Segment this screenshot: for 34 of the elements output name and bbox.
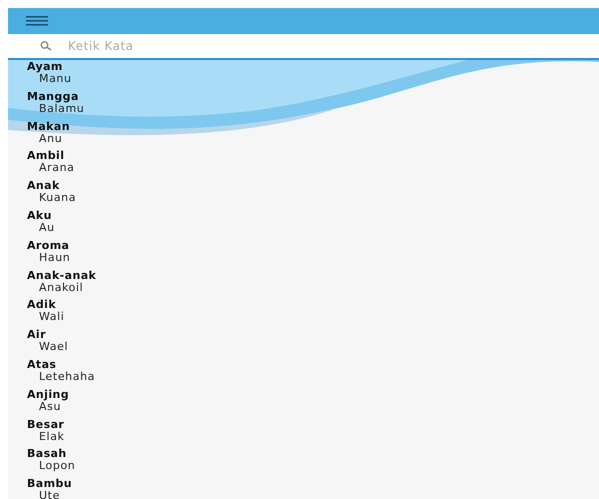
menu-icon [26,16,48,26]
word-text: Adik [27,299,56,312]
word-text: Besar [27,418,64,431]
word-text: Makan [27,120,70,133]
word-text: Ambil [27,150,64,162]
translation-text: Lopon [39,460,76,472]
search-field[interactable]: Ketik Kata [8,34,599,58]
word-text: Mangga [27,90,79,103]
word-text: Anak-anak [27,270,96,282]
translation-text: Anakoil [39,282,84,294]
translation-text: Manu [39,73,72,85]
word-text: Atas [27,358,56,371]
menu-button[interactable] [26,16,48,26]
translation-text: Haun [39,252,70,264]
translation-text: Anu [39,132,62,145]
word-text: Bambu [27,478,72,490]
word-text: Aku [27,210,52,222]
search-icon [40,41,52,51]
translation-text: Letehaha [39,370,96,383]
translation-text: Kuana [39,192,76,204]
word-text: Anjing [27,388,69,401]
word-text: Air [27,329,46,342]
translation-text: Elak [39,430,65,443]
translation-text: Ute [39,490,60,499]
word-text: Aroma [27,240,70,252]
word-text: Ayam [27,61,63,73]
word-text: Basah [27,448,67,460]
translation-text: Wali [39,311,64,324]
translation-text: Asu [39,400,62,413]
translation-text: Balamu [39,102,84,115]
translation-text: Arana [39,162,75,174]
translation-text: Au [39,222,55,234]
translation-text: Wael [39,341,68,354]
word-text: Anak [27,180,60,192]
